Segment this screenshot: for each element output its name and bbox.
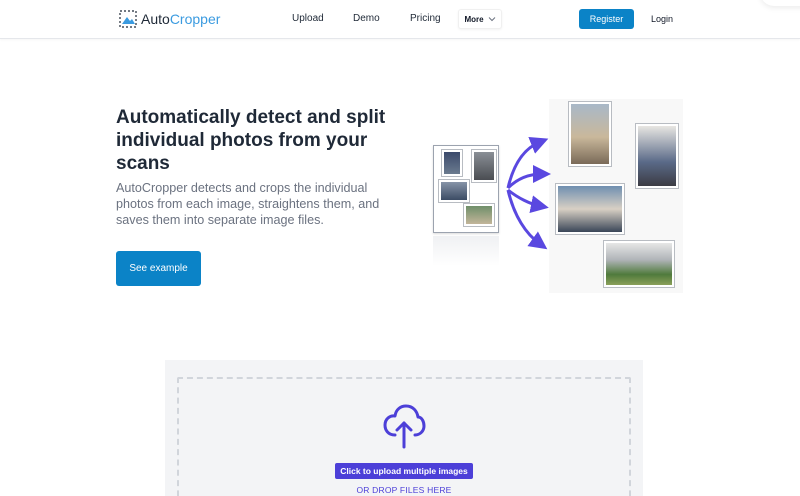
see-example-button[interactable]: See example <box>116 251 201 286</box>
output-photo-house-yard <box>604 241 674 287</box>
more-label: More <box>464 14 484 24</box>
logo[interactable]: AutoCropper <box>119 10 220 28</box>
output-photo-children-group <box>556 184 624 234</box>
nav-pricing-link[interactable]: Pricing <box>410 12 441 26</box>
logo-text-cropper: Cropper <box>169 11 221 27</box>
hero-title: Automatically detect and split individua… <box>116 107 386 174</box>
nav-upload-link[interactable]: Upload <box>292 12 324 26</box>
top-navbar: AutoCropper Upload Demo Pricing More Reg… <box>0 0 800 39</box>
drop-files-text: OR DROP FILES HERE <box>356 485 452 495</box>
output-photo-child-portrait <box>569 102 611 166</box>
chevron-down-icon <box>488 17 495 22</box>
hero-description: AutoCropper detects and crops the indivi… <box>116 181 380 227</box>
upload-dropzone-container: Click to upload multiple images OR DROP … <box>165 360 643 496</box>
nav-demo-link[interactable]: Demo <box>353 12 380 26</box>
cloud-upload-icon <box>383 404 426 449</box>
login-link[interactable]: Login <box>651 12 673 26</box>
upload-images-button[interactable]: Click to upload multiple images <box>335 463 473 479</box>
hero-illustration <box>430 96 686 296</box>
more-dropdown[interactable]: More <box>458 9 502 29</box>
logo-text-auto: Auto <box>141 11 170 27</box>
output-photo-child-standing <box>636 124 678 188</box>
register-button[interactable]: Register <box>579 9 634 29</box>
crop-logo-icon <box>119 10 137 28</box>
